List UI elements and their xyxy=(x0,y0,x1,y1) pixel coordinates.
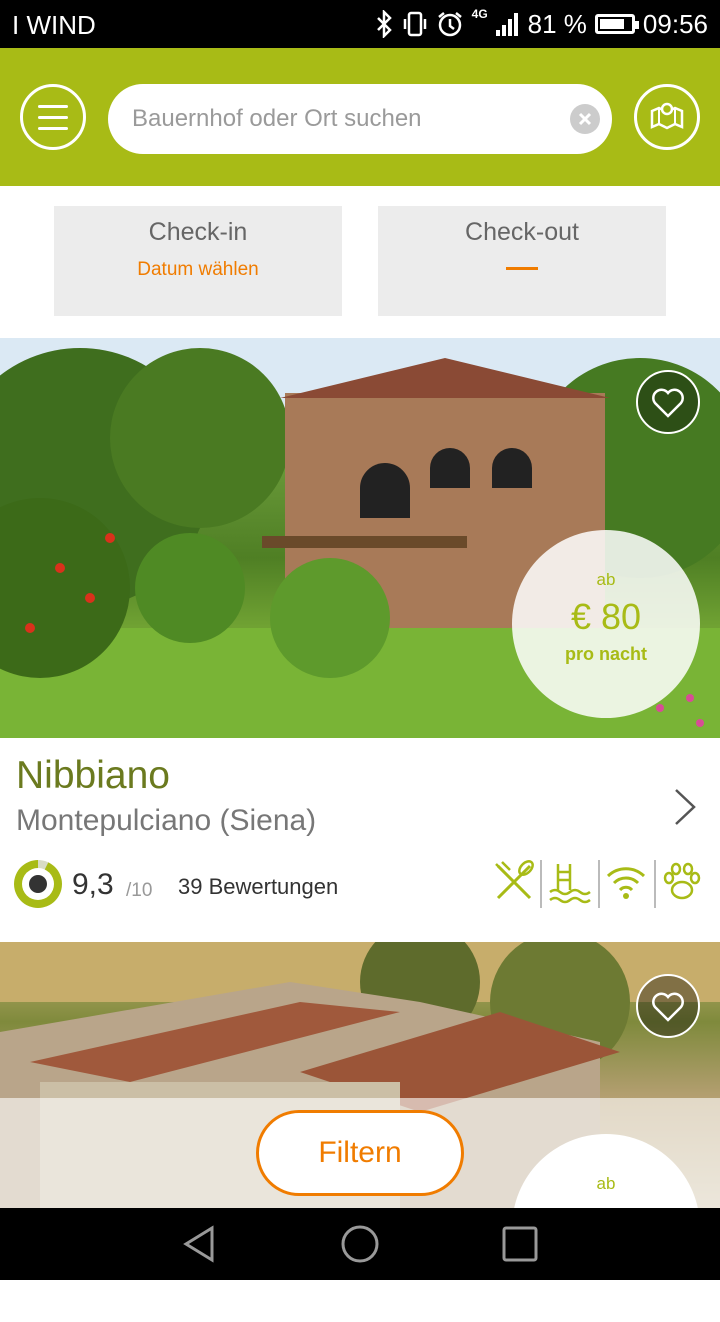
recent-apps-icon[interactable] xyxy=(500,1224,540,1264)
alarm-icon xyxy=(437,12,462,37)
restaurant-icon xyxy=(495,860,534,900)
app-header xyxy=(0,48,720,186)
rating-score: 9,3 xyxy=(72,868,114,901)
search-bar xyxy=(108,84,612,154)
rating-gauge xyxy=(14,860,62,908)
price-amount: € 80 xyxy=(570,596,642,637)
pool-icon xyxy=(549,864,591,904)
chevron-right-icon[interactable] xyxy=(670,786,700,828)
vibrate-icon xyxy=(403,11,426,37)
signal-icon xyxy=(495,13,518,36)
hamburger-icon-line xyxy=(38,127,68,130)
checkin-label: Check-in xyxy=(148,218,248,246)
amenity-divider xyxy=(654,860,656,908)
status-bar: I WIND 4G 81 % 09:56 xyxy=(0,0,720,48)
checkout-button[interactable]: Check-out xyxy=(378,206,666,316)
hamburger-icon xyxy=(38,105,68,108)
amenity-divider xyxy=(598,860,600,908)
bluetooth-icon xyxy=(376,10,392,38)
price-prefix: ab xyxy=(596,570,616,589)
price-badge: ab € 80 pro nacht xyxy=(512,530,700,718)
wifi-icon xyxy=(606,867,646,899)
network-type: 4G xyxy=(471,7,488,21)
date-selector: Check-in Datum wählen Check-out xyxy=(0,186,720,336)
filter-button[interactable]: Filtern xyxy=(256,1110,464,1196)
search-input[interactable] xyxy=(132,84,552,154)
favorite-button[interactable] xyxy=(636,974,700,1038)
listing-card[interactable]: Nibbiano Montepulciano (Siena) 9,3 /10 3… xyxy=(0,738,720,926)
clear-search-button[interactable] xyxy=(570,104,600,134)
listing-location: Montepulciano (Siena) xyxy=(16,804,317,837)
battery-percent: 81 % xyxy=(527,9,587,39)
checkin-button[interactable]: Check-in Datum wählen xyxy=(54,206,342,316)
favorite-button[interactable] xyxy=(636,370,700,434)
clock: 09:56 xyxy=(642,9,708,39)
carrier-name: I WIND xyxy=(12,10,96,40)
pets-icon xyxy=(663,862,701,900)
close-icon xyxy=(578,112,592,126)
review-count: 39 Bewertungen xyxy=(178,874,339,899)
heart-icon xyxy=(652,992,684,1022)
home-icon[interactable] xyxy=(340,1224,380,1264)
price-suffix: pro nacht xyxy=(564,644,647,664)
battery-icon xyxy=(594,14,639,34)
rating-max: /10 xyxy=(126,880,153,901)
back-icon[interactable] xyxy=(180,1224,220,1264)
hamburger-icon-line xyxy=(38,116,68,119)
checkout-label: Check-out xyxy=(465,218,579,246)
checkin-value: Datum wählen xyxy=(137,259,259,280)
menu-button[interactable] xyxy=(20,84,86,150)
price-prefix: ab xyxy=(596,1174,616,1193)
checkout-empty-dash xyxy=(506,267,538,270)
system-nav-bar xyxy=(0,1208,720,1280)
amenity-divider xyxy=(540,860,542,908)
listing-name: Nibbiano xyxy=(16,754,170,797)
map-button[interactable] xyxy=(634,84,700,150)
heart-icon xyxy=(652,388,684,418)
map-icon xyxy=(650,102,684,130)
